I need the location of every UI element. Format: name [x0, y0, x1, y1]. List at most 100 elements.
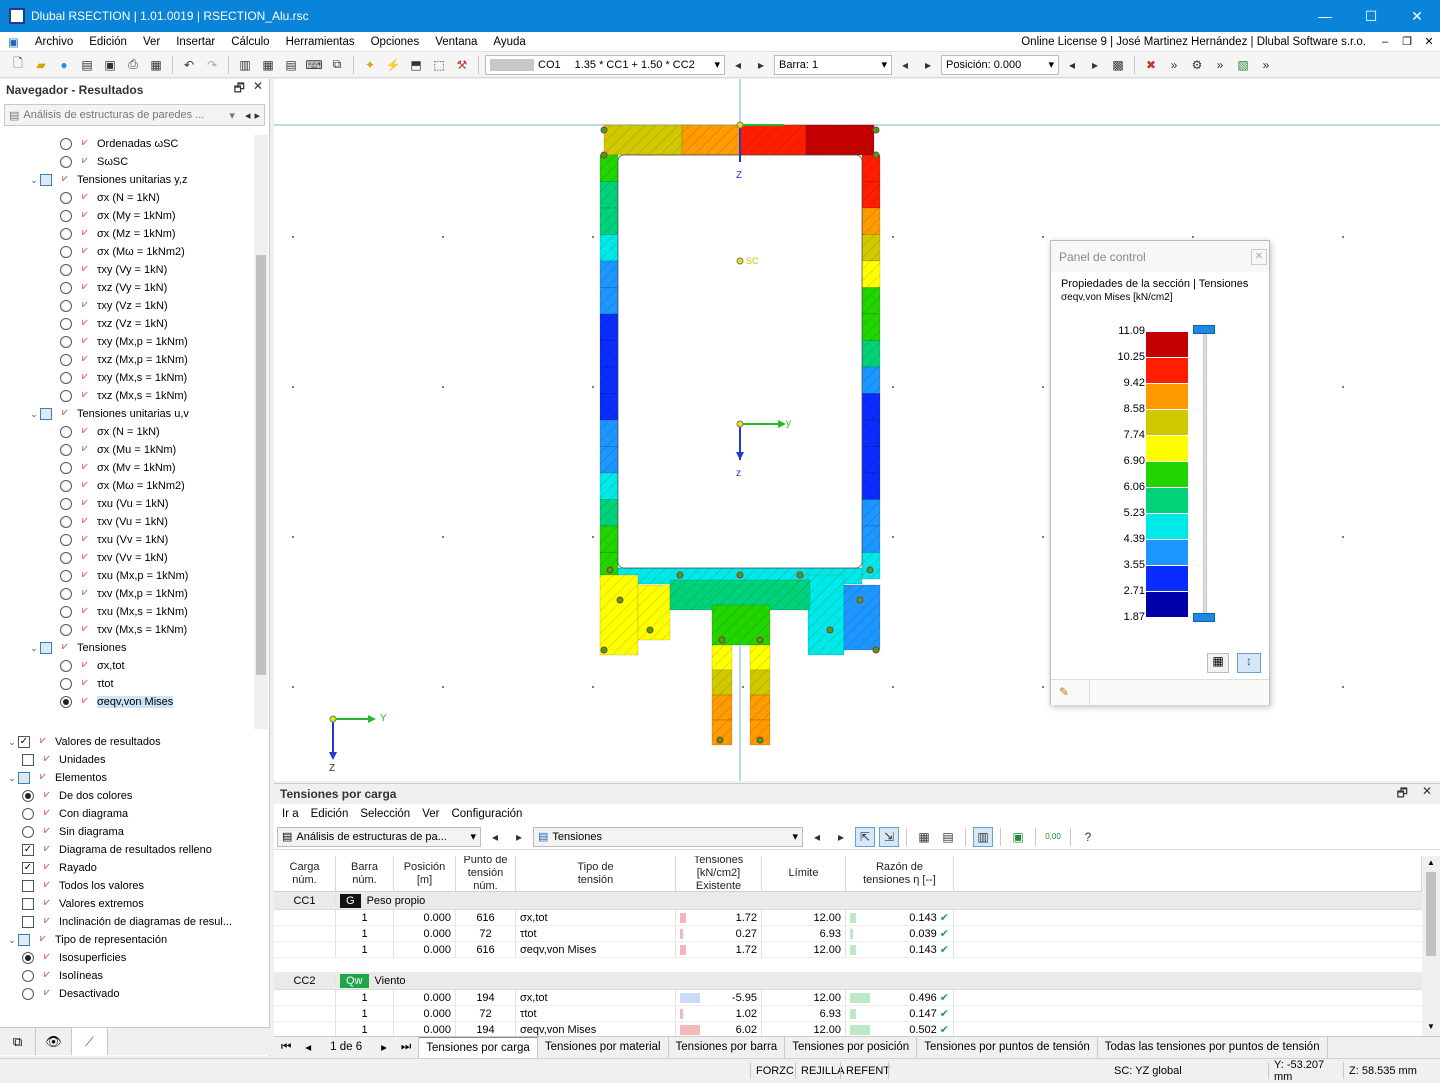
tree-item-row[interactable]: ⩗ Desactivado — [0, 985, 270, 1003]
report-icon[interactable]: ▦ — [146, 55, 166, 75]
radio-button[interactable] — [22, 988, 34, 1000]
previous-arrow-icon[interactable]: ◂ — [728, 55, 748, 75]
view-mode-3-icon[interactable]: ▤ — [281, 55, 301, 75]
restore-icon[interactable]: 🗗 — [1397, 784, 1408, 805]
mdi-minimize-button[interactable]: – — [1374, 36, 1396, 48]
maximize-button[interactable]: ☐ — [1348, 0, 1394, 32]
table-row[interactable]: 1 0.000 194 σx,tot -5.95 12.00 0.496 ✔ — [274, 990, 1422, 1006]
tree-item-row[interactable]: ⩗ τxz (Vy = 1kN) — [0, 279, 254, 297]
next-arrow-icon[interactable]: ▸ — [254, 109, 260, 122]
insert-point-icon[interactable]: ✦ — [360, 55, 380, 75]
checkbox[interactable] — [22, 880, 34, 892]
mdi-restore-button[interactable]: ❐ — [1396, 35, 1418, 48]
tree-item-row[interactable]: ⩗ τxz (Mx,p = 1kNm) — [0, 351, 254, 369]
column-header[interactable]: Carga núm. — [274, 856, 336, 891]
tree-item-row[interactable]: ⩗ σx (Mz = 1kNm) — [0, 225, 254, 243]
radio-button[interactable] — [60, 552, 72, 564]
column-header[interactable]: Tensiones [kN/cm2] Existente — [676, 856, 762, 892]
column-header[interactable]: Posición [m] — [394, 856, 456, 891]
radio-button[interactable] — [60, 426, 72, 438]
redo-icon[interactable]: ↷ — [202, 55, 222, 75]
tree-item-row[interactable]: ⩗ σx (Mω = 1kNm2) — [0, 477, 254, 495]
tree-item-row[interactable]: ⩗ σx (Mu = 1kNm) — [0, 441, 254, 459]
legend-adjust-icon[interactable]: ↕ — [1237, 653, 1261, 673]
load-case-combo[interactable]: CO1 1.35 * CC1 + 1.50 * CC2 ▾ — [485, 54, 725, 75]
checkbox[interactable] — [18, 934, 30, 946]
previous-type-icon[interactable]: ◂ — [807, 827, 827, 847]
radio-button[interactable] — [60, 624, 72, 636]
radio-button[interactable] — [60, 282, 72, 294]
navigator-analysis-combo[interactable]: ▤ Análisis de estructuras de paredes ...… — [4, 104, 265, 126]
results-menu-configuracion[interactable]: Configuración — [445, 808, 528, 820]
overflow-icon-2[interactable]: » — [1210, 55, 1230, 75]
radio-button[interactable] — [60, 156, 72, 168]
tree-item-row[interactable]: ⩗ Isosuperficies — [0, 949, 270, 967]
tree-item-row[interactable]: ⩗ σx (N = 1kN) — [0, 189, 254, 207]
expand-icon[interactable]: ⌄ — [28, 643, 40, 654]
tab-tensiones-por-puntos[interactable]: Tensiones por puntos de tensión — [917, 1036, 1098, 1058]
tree-item-row[interactable]: ✓ ⩗ Diagrama de resultados relleno — [0, 841, 270, 859]
tree-item-row[interactable]: ⩗ De dos colores — [0, 787, 270, 805]
load-case-group-row[interactable]: CC2 Qw Viento — [274, 972, 1422, 990]
scrollbar-thumb[interactable] — [256, 255, 266, 675]
minimize-button[interactable]: — — [1302, 0, 1348, 32]
results-type-combo[interactable]: ▤ Tensiones ▾ — [533, 826, 803, 847]
tree-item-row[interactable]: ⩗ Valores extremos — [0, 895, 270, 913]
position-combo[interactable]: Posición: 0.000 ▾ — [941, 54, 1059, 75]
column-header[interactable]: Punto de tensión núm. — [456, 856, 516, 892]
tree-item-row[interactable]: ⩗ σx,tot — [0, 657, 254, 675]
previous-position-icon[interactable]: ◂ — [1062, 55, 1082, 75]
delete-results-icon[interactable]: ✖ — [1141, 55, 1161, 75]
tree-item-row[interactable]: ⩗ τxy (Mx,p = 1kNm) — [0, 333, 254, 351]
tree-item-row[interactable]: ⩗ Todos los valores — [0, 877, 270, 895]
pencil-icon[interactable]: ✎ — [1059, 685, 1069, 699]
radio-button[interactable] — [60, 444, 72, 456]
last-page-icon[interactable]: ⏭ — [394, 1036, 420, 1058]
menu-opciones[interactable]: Opciones — [363, 36, 428, 48]
tree-group-row[interactable]: ⌄ ⩗ Tipo de representación — [0, 931, 270, 949]
load-case-group-row[interactable]: CC1 G Peso propio — [274, 892, 1422, 910]
checkbox[interactable]: ✓ — [22, 862, 34, 874]
console-icon[interactable]: ⌨ — [304, 55, 324, 75]
tree-group-row[interactable]: ⌄ ⩗ Tensiones — [0, 639, 254, 657]
open-file-icon[interactable]: ▰ — [31, 55, 51, 75]
radio-button[interactable] — [60, 318, 72, 330]
next-type-icon[interactable]: ▸ — [831, 827, 851, 847]
tree-item-row[interactable]: ⩗ τxv (Mx,p = 1kNm) — [0, 585, 254, 603]
tree-item-row[interactable]: ⩗ Ordenadas ωSC — [0, 135, 254, 153]
load-icon[interactable]: ⬒ — [406, 55, 426, 75]
tree-item-row[interactable]: ⩗ Unidades — [0, 751, 270, 769]
radio-button[interactable] — [60, 138, 72, 150]
data-tab-icon[interactable]: ⧉ — [0, 1028, 36, 1055]
navigator-scrollbar[interactable] — [254, 135, 268, 729]
next-page-icon[interactable]: ▸ — [374, 1037, 394, 1058]
scroll-up-icon[interactable]: ▲ — [1427, 858, 1435, 867]
script-icon[interactable]: ⧉ — [327, 55, 347, 75]
undo-icon[interactable]: ↶ — [179, 55, 199, 75]
scrollbar-thumb[interactable] — [1426, 872, 1436, 956]
radio-button[interactable] — [60, 300, 72, 312]
tree-item-row[interactable]: ⩗ τxy (Mx,s = 1kNm) — [0, 369, 254, 387]
overflow-icon-3[interactable]: » — [1256, 55, 1276, 75]
tree-item-row[interactable]: ⩗ Isolíneas — [0, 967, 270, 985]
checkbox[interactable] — [22, 898, 34, 910]
results-menu-seleccion[interactable]: Selección — [354, 808, 416, 820]
next-position-icon[interactable]: ▸ — [1085, 55, 1105, 75]
new-file-icon[interactable]: 🗋 — [8, 55, 28, 75]
menu-edicion[interactable]: Edición — [81, 36, 135, 48]
radio-button[interactable] — [22, 826, 34, 838]
expand-icon[interactable]: ⌄ — [6, 773, 18, 784]
legend-slider-bottom-handle[interactable] — [1193, 613, 1215, 622]
checkbox[interactable] — [40, 408, 52, 420]
tree-item-row[interactable]: ⩗ σx (Mω = 1kNm2) — [0, 243, 254, 261]
tab-tensiones-por-barra[interactable]: Tensiones por barra — [669, 1036, 786, 1058]
next-arrow-icon[interactable]: ▸ — [509, 827, 529, 847]
help-icon[interactable]: ? — [1078, 827, 1098, 847]
tree-item-row[interactable]: ⩗ τxu (Vv = 1kN) — [0, 531, 254, 549]
previous-page-icon[interactable]: ◂ — [298, 1037, 318, 1058]
previous-arrow-icon[interactable]: ◂ — [245, 109, 251, 122]
menu-insertar[interactable]: Insertar — [168, 36, 223, 48]
radio-button[interactable] — [60, 264, 72, 276]
tree-group-row[interactable]: ⌄ ⩗ Tensiones unitarias y,z — [0, 171, 254, 189]
expand-icon[interactable]: ⌄ — [6, 935, 18, 946]
